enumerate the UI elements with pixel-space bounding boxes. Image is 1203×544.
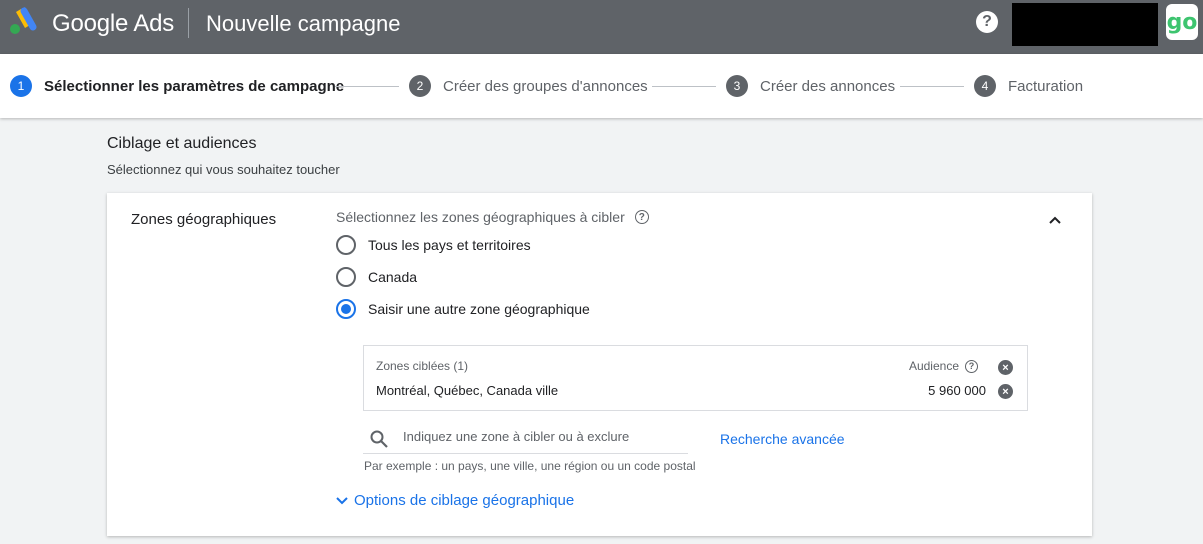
step-label: Facturation	[1008, 77, 1084, 95]
radio-canada[interactable]: Canada	[336, 267, 417, 287]
step-ad-groups[interactable]: 2 Créer des groupes d'annonces	[409, 75, 648, 97]
close-circle-icon[interactable]: ×	[998, 360, 1013, 375]
help-icon[interactable]: ?	[976, 11, 998, 33]
step-number: 2	[409, 75, 431, 97]
question-circle-icon[interactable]: ?	[965, 359, 978, 373]
geo-targeting-options-toggle[interactable]: Options de ciblage géographique	[336, 492, 574, 509]
location-search	[363, 423, 688, 454]
step-label: Créer des groupes d'annonces	[443, 77, 648, 95]
chevron-down-icon	[336, 496, 348, 504]
radio-all-countries[interactable]: Tous les pays et territoires	[336, 235, 531, 255]
header-divider	[188, 8, 189, 38]
audience-header: Audience ?	[909, 359, 978, 373]
location-search-input[interactable]	[403, 429, 683, 444]
geo-prompt: Sélectionnez les zones géographiques à c…	[336, 209, 649, 225]
avatar[interactable]: go	[1166, 4, 1198, 40]
radio-button[interactable]	[336, 267, 356, 287]
step-connector	[900, 86, 964, 87]
step-label: Sélectionner les paramètres de campagne	[44, 77, 345, 95]
top-bar: Google Ads Nouvelle campagne ? go	[0, 0, 1203, 54]
step-label: Créer des annonces	[760, 77, 896, 95]
section-subtitle: Sélectionnez qui vous souhaitez toucher	[107, 162, 340, 177]
step-ads[interactable]: 3 Créer des annonces	[726, 75, 895, 97]
chevron-up-icon[interactable]	[1048, 213, 1062, 227]
step-number: 3	[726, 75, 748, 97]
target-location: Montréal, Québec, Canada ville	[376, 383, 559, 398]
step-billing[interactable]: 4 Facturation	[974, 75, 1083, 97]
search-icon	[370, 430, 388, 448]
geo-targeting-card: Zones géographiques Sélectionnez les zon…	[107, 193, 1092, 536]
brand-name[interactable]: Google Ads	[52, 10, 174, 38]
radio-button[interactable]	[336, 235, 356, 255]
page-title: Nouvelle campagne	[206, 11, 401, 36]
search-hint: Par exemple : un pays, une ville, une ré…	[364, 459, 696, 473]
radio-label: Canada	[368, 269, 418, 285]
section-title: Ciblage et audiences	[107, 135, 257, 152]
radio-label: Saisir une autre zone géographique	[368, 301, 590, 317]
targets-header: Zones ciblées (1)	[376, 359, 469, 373]
radio-label: Tous les pays et territoires	[368, 237, 531, 253]
geo-prompt-text: Sélectionnez les zones géographiques à c…	[336, 209, 625, 225]
question-circle-icon[interactable]: ?	[634, 210, 649, 224]
options-link-label: Options de ciblage géographique	[354, 492, 575, 509]
step-connector	[335, 86, 399, 87]
radio-other-location[interactable]: Saisir une autre zone géographique	[336, 299, 590, 319]
google-ads-logo-icon[interactable]	[8, 7, 40, 35]
targeted-locations-box: Zones ciblées (1) Audience ? × Montréal,…	[363, 345, 1028, 411]
step-connector	[652, 86, 716, 87]
geo-card-label: Zones géographiques	[131, 211, 277, 228]
step-number: 4	[974, 75, 996, 97]
radio-button-selected[interactable]	[336, 299, 356, 319]
close-circle-icon[interactable]: ×	[998, 384, 1013, 399]
audience-header-text: Audience	[908, 359, 959, 373]
campaign-stepper: 1 Sélectionner les paramètres de campagn…	[0, 54, 1203, 118]
step-campaign-settings[interactable]: 1 Sélectionner les paramètres de campagn…	[10, 75, 344, 97]
target-audience: 5 960 000	[928, 383, 986, 398]
advanced-search-link[interactable]: Recherche avancée	[720, 431, 845, 447]
account-info-redacted[interactable]	[1012, 3, 1158, 46]
step-number: 1	[10, 75, 32, 97]
